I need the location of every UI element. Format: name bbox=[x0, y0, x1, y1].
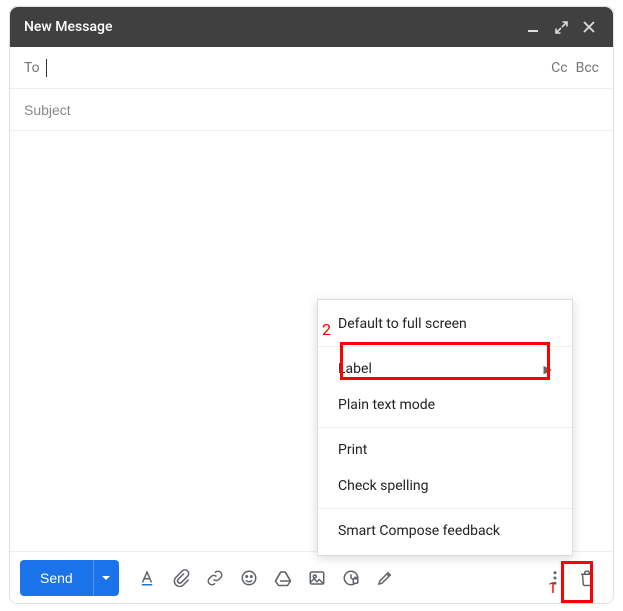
menu-print[interactable]: Print bbox=[318, 432, 572, 468]
to-row[interactable]: To Cc Bcc bbox=[10, 47, 613, 89]
formatting-icon[interactable] bbox=[131, 562, 163, 594]
more-options-menu: Default to full screen Label ▶ Plain tex… bbox=[317, 299, 573, 556]
menu-plain-text[interactable]: Plain text mode bbox=[318, 387, 572, 423]
discard-icon[interactable] bbox=[571, 562, 603, 594]
bcc-link[interactable]: Bcc bbox=[576, 60, 599, 76]
title-bar[interactable]: New Message bbox=[10, 7, 613, 47]
subject-input[interactable] bbox=[24, 102, 599, 118]
menu-separator bbox=[318, 427, 572, 428]
text-cursor bbox=[46, 59, 47, 77]
send-options-button[interactable] bbox=[93, 560, 119, 596]
expand-icon[interactable] bbox=[551, 21, 571, 34]
send-button-group: Send bbox=[20, 560, 119, 596]
image-icon[interactable] bbox=[301, 562, 333, 594]
send-button[interactable]: Send bbox=[20, 560, 93, 596]
emoji-icon[interactable] bbox=[233, 562, 265, 594]
cc-link[interactable]: Cc bbox=[551, 60, 567, 76]
confidential-icon[interactable] bbox=[335, 562, 367, 594]
menu-smart-compose[interactable]: Smart Compose feedback bbox=[318, 513, 572, 549]
menu-default-full-screen[interactable]: Default to full screen bbox=[318, 306, 572, 342]
drive-icon[interactable] bbox=[267, 562, 299, 594]
close-icon[interactable] bbox=[579, 21, 599, 33]
to-label: To bbox=[24, 60, 40, 76]
menu-separator bbox=[318, 346, 572, 347]
compose-toolbar: Send bbox=[10, 551, 613, 603]
subject-row[interactable] bbox=[10, 89, 613, 131]
minimize-icon[interactable] bbox=[523, 21, 543, 33]
link-icon[interactable] bbox=[199, 562, 231, 594]
more-options-icon[interactable] bbox=[539, 562, 571, 594]
menu-label[interactable]: Label ▶ bbox=[318, 351, 572, 387]
submenu-arrow-icon: ▶ bbox=[544, 363, 552, 376]
attach-icon[interactable] bbox=[165, 562, 197, 594]
menu-label-text: Label bbox=[338, 361, 372, 377]
window-title: New Message bbox=[24, 19, 112, 35]
menu-separator bbox=[318, 508, 572, 509]
menu-check-spelling[interactable]: Check spelling bbox=[318, 468, 572, 504]
pen-icon[interactable] bbox=[369, 562, 401, 594]
